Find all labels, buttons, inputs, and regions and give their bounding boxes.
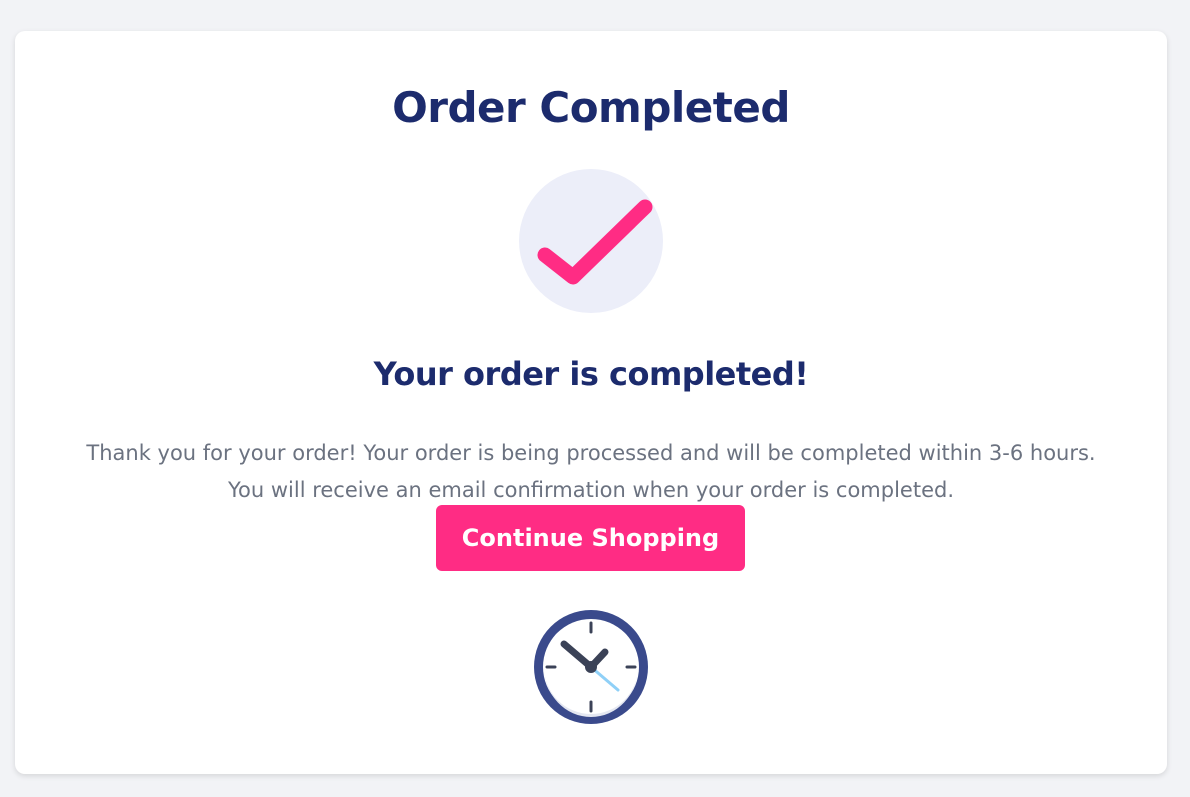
order-confirmation-card: Order Completed Your order is completed!…: [15, 31, 1167, 774]
clock-icon: [534, 610, 648, 724]
confirmation-heading: Your order is completed!: [373, 355, 809, 393]
checkmark-icon: [537, 199, 653, 285]
message-line: You will receive an email confirmation w…: [227, 478, 954, 502]
page-title: Order Completed: [392, 83, 790, 132]
continue-shopping-button[interactable]: Continue Shopping: [436, 505, 745, 571]
success-badge: [519, 169, 663, 313]
confirmation-message: Thank you for your order! Your order is …: [15, 435, 1167, 509]
message-line: Thank you for your order! Your order is …: [86, 441, 1096, 465]
